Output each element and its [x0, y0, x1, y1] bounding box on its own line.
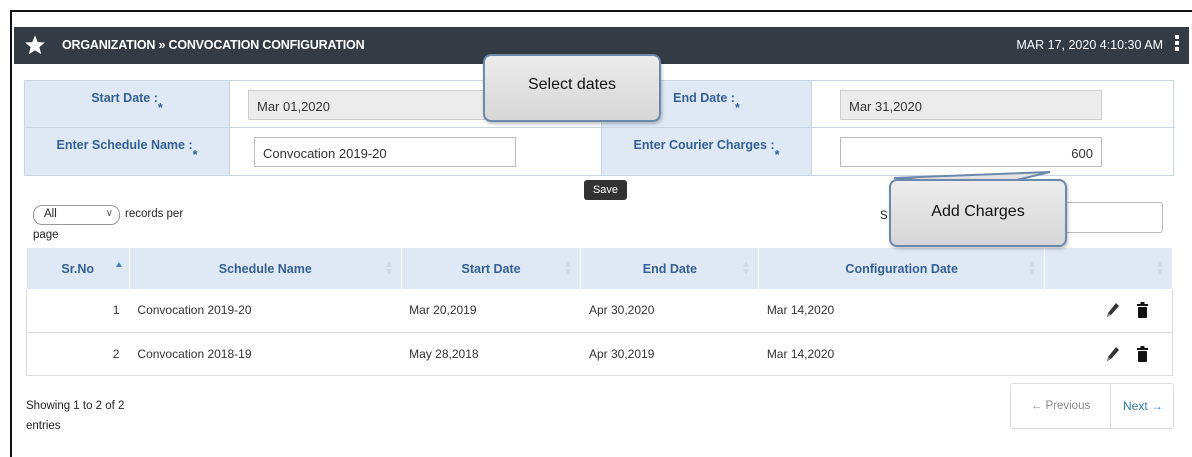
cell-srno: 2: [26, 332, 130, 376]
cell-end-date: Apr 30,2020: [580, 289, 759, 333]
header-datetime: MAR 17, 2020 4:10:30 AM: [1016, 38, 1163, 52]
table-row: 1 Convocation 2019-20 Mar 20,2019 Apr 30…: [26, 289, 1173, 333]
col-header-start-date[interactable]: Start Date: [401, 248, 582, 289]
required-marker: *: [774, 148, 780, 162]
cell-configuration-date: Mar 14,2020: [758, 289, 1045, 333]
sort-icon: [565, 262, 572, 274]
next-page-button[interactable]: Next →: [1111, 384, 1175, 428]
sort-icon: [1029, 262, 1036, 274]
sort-icon: [743, 262, 750, 274]
callout-add-charges-text: Add Charges: [931, 203, 1025, 220]
records-per-page-value: All: [44, 208, 57, 220]
records-per-page-select[interactable]: All ∨: [33, 205, 120, 225]
chevron-down-icon: ∨: [105, 208, 113, 219]
col-header-end-date[interactable]: End Date: [580, 248, 760, 289]
schedule-name-input[interactable]: Convocation 2019-20: [254, 137, 516, 167]
save-button[interactable]: Save: [584, 180, 627, 200]
sort-asc-icon: [115, 262, 122, 267]
required-marker: *: [157, 101, 163, 115]
end-date-cell: Mar 31,2020: [812, 81, 1175, 128]
cell-actions: [1044, 289, 1173, 333]
required-marker: *: [734, 101, 740, 115]
cell-schedule-name: Convocation 2018-19: [129, 332, 402, 376]
cell-start-date: Mar 20,2019: [401, 289, 581, 333]
start-date-label: Start Date :: [91, 91, 158, 105]
callout-select-dates: Select dates: [483, 54, 661, 122]
delete-trash-icon[interactable]: [1137, 345, 1148, 362]
cell-start-date: May 28,2018: [401, 332, 581, 376]
courier-charges-input[interactable]: 600: [840, 137, 1102, 167]
required-marker: *: [192, 148, 198, 162]
end-date-label: End Date :: [673, 91, 735, 105]
previous-page-button[interactable]: ← Previous: [1011, 384, 1111, 428]
schedule-table: Sr.No Schedule Name Start Date End Date …: [26, 248, 1173, 376]
callout-select-dates-text: Select dates: [527, 76, 617, 93]
page-label: page: [33, 229, 59, 241]
cell-end-date: Apr 30,2019: [580, 332, 759, 376]
sort-icon: [1157, 262, 1163, 274]
sort-icon: [385, 262, 392, 274]
edit-pencil-icon[interactable]: [1106, 302, 1120, 318]
end-date-field[interactable]: Mar 31,2020: [840, 90, 1102, 120]
table-info-line1: Showing 1 to 2 of 2: [26, 400, 125, 412]
cell-srno: 1: [26, 289, 130, 333]
callout-add-charges: Add Charges: [889, 179, 1067, 247]
col-header-srno[interactable]: Sr.No: [26, 248, 130, 289]
schedule-name-label-cell: Enter Schedule Name :*: [25, 128, 230, 175]
schedule-name-cell: Convocation 2019-20: [230, 128, 602, 175]
courier-charges-label: Enter Courier Charges :: [633, 138, 775, 152]
schedule-name-label: Enter Schedule Name :: [56, 138, 193, 152]
courier-charges-label-cell: Enter Courier Charges :*: [602, 128, 812, 175]
records-per-label: records per: [125, 208, 184, 220]
kebab-menu-icon[interactable]: [1174, 35, 1180, 55]
cell-actions: [1044, 332, 1173, 376]
table-info-line2: entries: [26, 420, 61, 432]
table-row: 2 Convocation 2018-19 May 28,2018 Apr 30…: [26, 332, 1173, 376]
start-date-field[interactable]: Mar 01,2020: [248, 90, 490, 120]
cell-schedule-name: Convocation 2019-20: [129, 289, 402, 333]
star-icon[interactable]: [24, 34, 46, 56]
col-header-schedule-name[interactable]: Schedule Name: [129, 248, 402, 289]
page-title: ORGANIZATION » CONVOCATION CONFIGURATION: [62, 38, 365, 52]
pagination: ← Previous Next →: [1010, 383, 1174, 429]
start-date-label-cell: Start Date :*: [25, 81, 230, 128]
cell-configuration-date: Mar 14,2020: [758, 332, 1045, 376]
delete-trash-icon[interactable]: [1137, 302, 1148, 319]
edit-pencil-icon[interactable]: [1106, 346, 1120, 362]
